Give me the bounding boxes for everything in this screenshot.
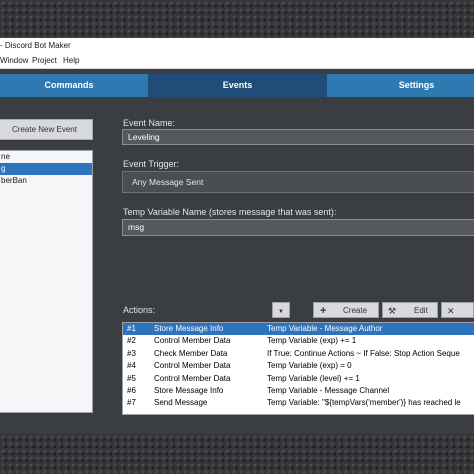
event-trigger-select[interactable]: Any Message Sent xyxy=(122,171,474,193)
action-description: Temp Variable - Message Author xyxy=(267,324,383,333)
create-action-button[interactable]: + Create xyxy=(313,302,379,318)
tab-settings[interactable]: Settings xyxy=(327,74,474,97)
action-description: Temp Variable (exp) = 0 xyxy=(267,361,352,371)
edit-action-label: Edit xyxy=(414,306,428,315)
action-row[interactable]: #2 Control Member Data Temp Variable (ex… xyxy=(123,335,474,347)
event-name-label: Event Name: xyxy=(123,118,176,128)
action-number: #6 xyxy=(127,385,136,395)
create-action-label: Create xyxy=(343,306,368,315)
action-description: Temp Variable: "${tempVars('member')} ha… xyxy=(267,398,461,408)
arrow-down-icon: ▼ xyxy=(278,309,284,315)
action-number: #4 xyxy=(127,361,136,371)
actions-list[interactable]: #1 Store Message Info Temp Variable - Me… xyxy=(122,322,474,415)
tab-events[interactable]: Events xyxy=(148,74,327,97)
action-row[interactable]: #6 Store Message Info Temp Variable - Me… xyxy=(123,385,474,397)
window-title: - Discord Bot Maker xyxy=(0,41,71,50)
action-row[interactable]: #1 Store Message Info Temp Variable - Me… xyxy=(123,323,474,336)
action-name: Store Message Info xyxy=(154,324,224,333)
move-down-button[interactable]: ▼ xyxy=(272,302,290,318)
action-number: #5 xyxy=(127,373,136,383)
event-trigger-label: Event Trigger: xyxy=(123,159,180,169)
action-name: Control Member Data xyxy=(154,336,231,346)
actions-label: Actions: xyxy=(123,305,156,315)
action-number: #7 xyxy=(127,398,136,408)
action-row[interactable]: #4 Control Member Data Temp Variable (ex… xyxy=(123,360,474,372)
action-name: Control Member Data xyxy=(154,373,231,383)
plus-icon: + xyxy=(320,305,327,317)
event-list-item[interactable]: ne xyxy=(0,151,92,163)
action-description: Temp Variable (exp) += 1 xyxy=(267,336,357,346)
tab-commands[interactable]: Commands xyxy=(0,74,148,97)
action-name: Send Message xyxy=(154,398,208,408)
menu-bar: Window Project Help xyxy=(0,54,474,69)
action-row[interactable]: #5 Control Member Data Temp Variable (le… xyxy=(123,373,474,385)
close-icon: ✕ xyxy=(447,306,455,316)
menu-project[interactable]: Project xyxy=(32,54,57,68)
temp-variable-label: Temp Variable Name (stores message that … xyxy=(123,207,337,217)
action-name: Store Message Info xyxy=(154,385,224,395)
menu-help[interactable]: Help xyxy=(63,54,79,68)
action-description: If True: Continue Actions ~ If False: St… xyxy=(267,348,460,358)
event-list-item[interactable]: berBan xyxy=(0,175,92,187)
title-bar: - Discord Bot Maker xyxy=(0,38,474,54)
wrench-icon: ⚒ xyxy=(388,306,397,316)
action-row[interactable]: #3 Check Member Data If True: Continue A… xyxy=(123,348,474,360)
action-name: Control Member Data xyxy=(154,361,231,371)
tab-bar: Commands Events Settings xyxy=(0,74,474,97)
create-new-event-button[interactable]: Create New Event xyxy=(0,119,93,140)
event-list-item-selected[interactable]: g xyxy=(0,163,92,175)
action-number: #1 xyxy=(127,324,136,333)
action-number: #2 xyxy=(127,336,136,346)
event-list[interactable]: ne g berBan xyxy=(0,150,93,413)
app-window: - Discord Bot Maker Window Project Help … xyxy=(0,38,474,434)
action-row[interactable]: #7 Send Message Temp Variable: "${tempVa… xyxy=(123,397,474,409)
menu-window[interactable]: Window xyxy=(0,54,28,68)
action-name: Check Member Data xyxy=(154,348,228,358)
delete-action-button[interactable]: ✕ xyxy=(441,302,474,318)
event-name-input[interactable]: Leveling xyxy=(122,129,474,145)
action-description: Temp Variable (level) += 1 xyxy=(267,373,360,383)
action-number: #3 xyxy=(127,348,136,358)
temp-variable-input[interactable]: msg xyxy=(122,219,474,236)
edit-action-button[interactable]: ⚒ Edit xyxy=(382,302,438,318)
action-description: Temp Variable - Message Channel xyxy=(267,385,390,395)
